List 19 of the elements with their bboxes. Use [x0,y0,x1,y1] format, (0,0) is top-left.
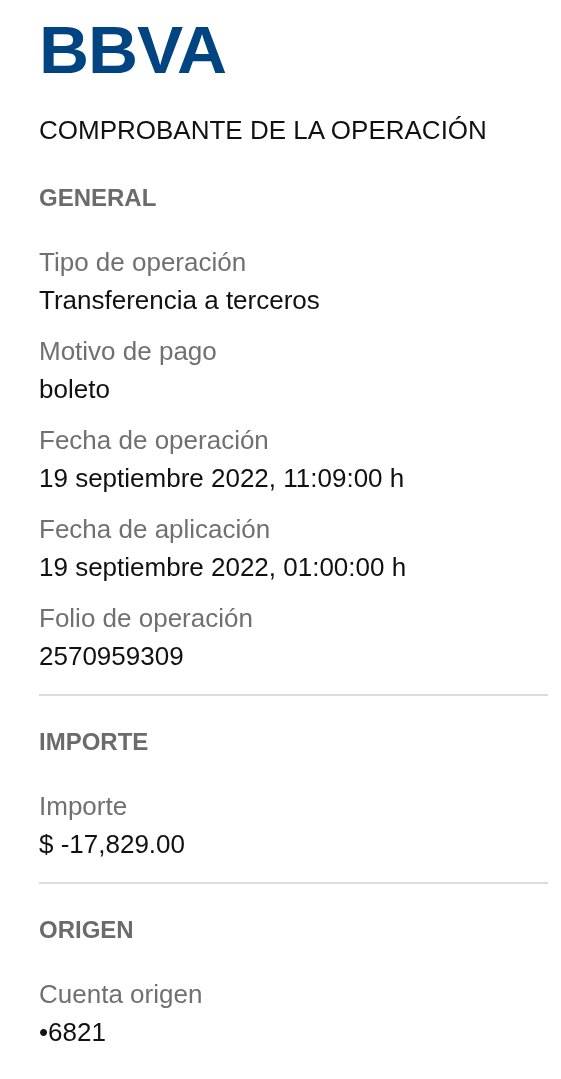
section-heading: IMPORTE [39,727,150,757]
logo: BBVA [39,22,227,78]
field-label: Motivo de pago [39,335,217,368]
field-value: boleto [39,373,110,406]
field-label: Folio de operación [39,602,253,635]
field-label: Cuenta origen [39,978,203,1011]
field-value: Transferencia a terceros [39,284,320,317]
field-value: $ -17,829.00 [39,828,185,861]
section-heading: GENERAL [39,183,158,213]
field-value: 19 septiembre 2022, 11:09:00 h [39,462,405,495]
section-heading: ORIGEN [39,915,135,945]
field-label: Importe [39,790,128,823]
field-value: 19 septiembre 2022, 01:00:00 h [39,551,407,584]
field-label: Fecha de operación [39,424,269,457]
field-value: 2570959309 [39,640,184,673]
field-label: Tipo de operación [39,246,247,279]
field-value: •6821 [39,1016,106,1049]
receipt-title: COMPROBANTE DE LA OPERACIÓN [39,114,487,147]
field-label: Fecha de aplicación [39,513,271,546]
